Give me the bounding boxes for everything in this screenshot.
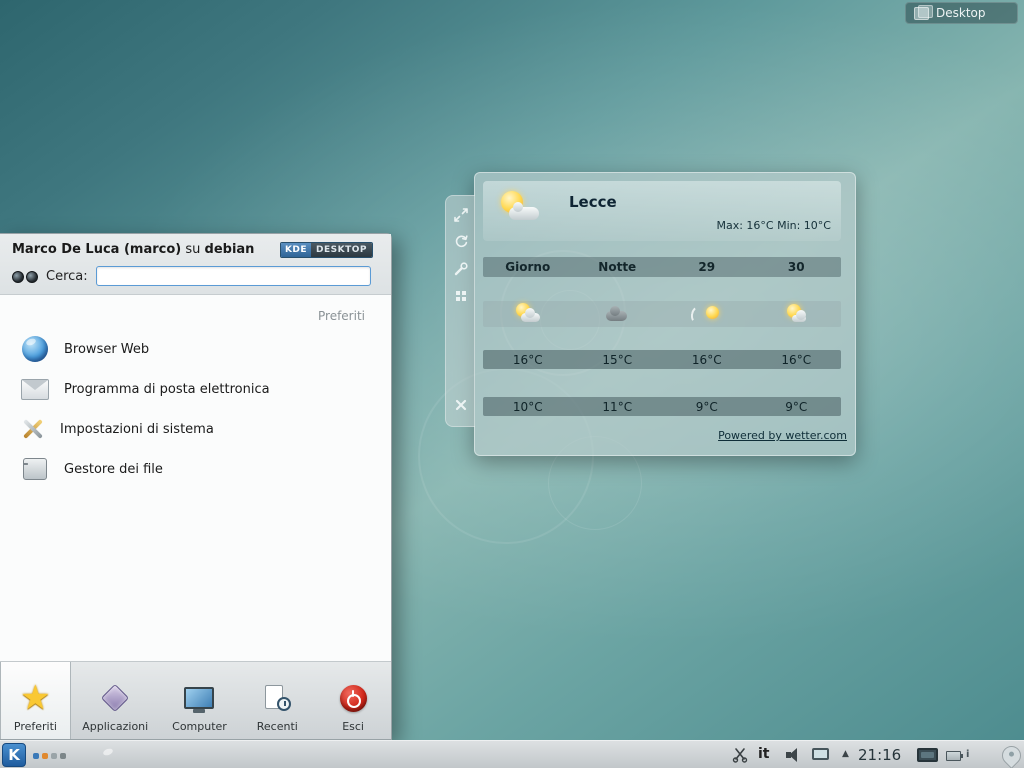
- star-icon: ★: [20, 678, 50, 718]
- tools-icon: [20, 416, 46, 442]
- menu-item-email[interactable]: Programma di posta elettronica: [0, 369, 391, 409]
- tab-label: Computer: [172, 720, 227, 733]
- menu-item-label: Impostazioni di sistema: [60, 422, 214, 437]
- kickoff-menu: Marco De Luca (marco) su debian KDE DESK…: [0, 233, 392, 740]
- day-temp: 16°C: [752, 353, 842, 367]
- resize-icon[interactable]: [452, 206, 470, 224]
- expander-arrow-icon[interactable]: ▲: [842, 749, 849, 759]
- weather-col-header: 29: [662, 260, 752, 274]
- battery-icon[interactable]: [946, 751, 961, 761]
- folder-stack-icon: [914, 7, 929, 20]
- sun-cloud-icon: [497, 189, 549, 231]
- cloud-icon: [509, 207, 539, 220]
- wrench-icon[interactable]: [452, 260, 470, 278]
- favorites-list: Preferiti Browser Web Programma di posta…: [0, 295, 391, 661]
- launcher-dot-icon[interactable]: [60, 753, 66, 759]
- monitor-icon: [184, 678, 214, 718]
- night-temp: 11°C: [573, 400, 663, 414]
- tab-applicazioni[interactable]: Applicazioni: [71, 662, 160, 739]
- sun-cloud-icon: [483, 302, 573, 326]
- weather-header: Lecce Max: 16°C Min: 10°C: [483, 181, 841, 241]
- kickoff-tabs: ★ Preferiti Applicazioni Computer Recent…: [0, 661, 391, 739]
- weather-col-header: Giorno: [483, 260, 573, 274]
- host-name: debian: [205, 242, 255, 257]
- night-temp: 9°C: [752, 400, 842, 414]
- weather-col-header: 30: [752, 260, 842, 274]
- tab-label: Recenti: [257, 720, 298, 733]
- network-monitor-icon[interactable]: [812, 748, 829, 760]
- weather-icons-row: [483, 301, 841, 327]
- weather-day-temps: 16°C 15°C 16°C 16°C: [483, 350, 841, 369]
- envelope-icon: [20, 375, 50, 403]
- diamond-icon: [105, 678, 125, 718]
- clock-document-icon: [263, 678, 291, 718]
- title-su: su: [185, 242, 200, 257]
- menu-item-system-settings[interactable]: Impostazioni di sistema: [0, 409, 391, 449]
- day-temp: 16°C: [483, 353, 573, 367]
- tab-preferiti[interactable]: ★ Preferiti: [0, 662, 71, 739]
- menu-item-browser-web[interactable]: Browser Web: [0, 329, 391, 369]
- browser-globe-icon[interactable]: [99, 746, 117, 764]
- cabinet-icon: [20, 455, 50, 483]
- search-row: Cerca:: [12, 266, 379, 286]
- kde-menu-button[interactable]: K: [2, 743, 26, 767]
- tab-label: Applicazioni: [82, 720, 148, 733]
- search-label: Cerca:: [46, 269, 88, 284]
- desktop-toolbox-label: Desktop: [936, 6, 986, 20]
- sun-cloud-icon: [752, 302, 842, 326]
- night-temp: 10°C: [483, 400, 573, 414]
- day-temp: 15°C: [573, 353, 663, 367]
- widget-handle: [445, 195, 475, 427]
- user-name: Marco De Luca (marco): [12, 242, 181, 257]
- tab-recenti[interactable]: Recenti: [239, 662, 315, 739]
- scissors-icon[interactable]: [731, 746, 749, 764]
- dark-cloud-icon: [573, 302, 663, 326]
- section-label: Preferiti: [0, 309, 391, 323]
- kickoff-header: Marco De Luca (marco) su debian KDE DESK…: [0, 234, 391, 295]
- weather-widget: Lecce Max: 16°C Min: 10°C Giorno Notte 2…: [474, 172, 856, 456]
- panel-clock[interactable]: 21:16: [858, 746, 901, 764]
- close-icon[interactable]: [452, 396, 470, 414]
- wetter-credit-link[interactable]: Powered by wetter.com: [718, 429, 847, 442]
- menu-item-file-manager[interactable]: Gestore dei file: [0, 449, 391, 489]
- menu-item-label: Gestore dei file: [64, 462, 163, 477]
- tab-label: Esci: [342, 720, 364, 733]
- rotate-icon[interactable]: [452, 233, 470, 251]
- weather-max-min: Max: 16°C Min: 10°C: [716, 219, 831, 232]
- weather-night-temps: 10°C 11°C 9°C 9°C: [483, 397, 841, 416]
- desktop-background[interactable]: Desktop Lecce: [0, 0, 1024, 768]
- notifier-icon[interactable]: i: [966, 749, 976, 761]
- moon-sun-icon: [662, 302, 752, 326]
- keyboard-layout-indicator[interactable]: it: [758, 746, 770, 762]
- speaker-icon[interactable]: [786, 748, 802, 762]
- grid-icon[interactable]: [452, 287, 470, 305]
- search-input[interactable]: [96, 266, 371, 286]
- weather-column-headers: Giorno Notte 29 30: [483, 257, 841, 277]
- tab-esci[interactable]: Esci: [315, 662, 391, 739]
- menu-item-label: Programma di posta elettronica: [64, 382, 270, 397]
- desktop-toolbox[interactable]: Desktop: [905, 2, 1018, 24]
- kde-desktop-badge: KDE DESKTOP: [280, 242, 373, 258]
- badge-desktop: DESKTOP: [311, 243, 372, 257]
- night-temp: 9°C: [662, 400, 752, 414]
- badge-kde: KDE: [281, 243, 311, 257]
- cashew-icon[interactable]: [998, 742, 1024, 768]
- weather-city: Lecce: [569, 193, 617, 211]
- day-temp: 16°C: [662, 353, 752, 367]
- launcher-dot-icon[interactable]: [33, 753, 39, 759]
- display-icon[interactable]: [917, 748, 938, 762]
- power-icon: [340, 678, 367, 718]
- tab-label: Preferiti: [14, 720, 57, 733]
- globe-icon: [20, 335, 50, 363]
- tab-computer[interactable]: Computer: [160, 662, 240, 739]
- weather-col-header: Notte: [573, 260, 663, 274]
- taskbar-panel: K it ▲ 21:16 i: [0, 740, 1024, 768]
- menu-item-label: Browser Web: [64, 342, 149, 357]
- binoculars-icon: [12, 269, 38, 284]
- launcher-dot-icon[interactable]: [51, 753, 57, 759]
- launcher-dot-icon[interactable]: [42, 753, 48, 759]
